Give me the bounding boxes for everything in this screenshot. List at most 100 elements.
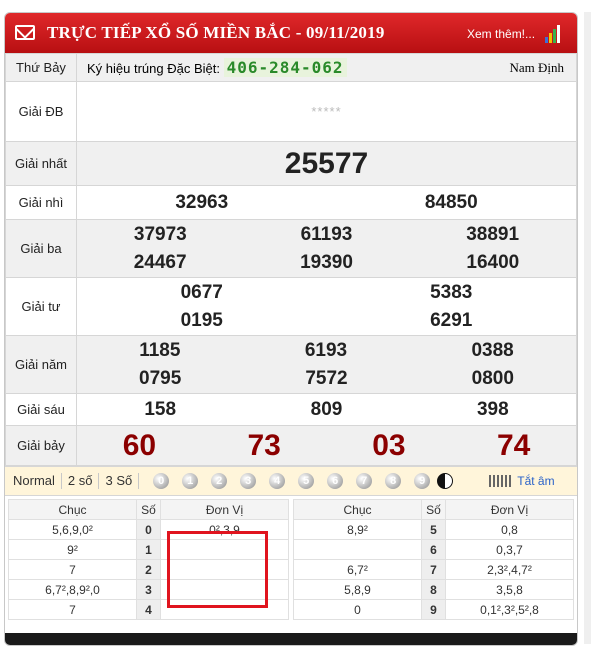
col-header: Chục: [293, 499, 422, 520]
digit-ball[interactable]: 2: [211, 473, 228, 489]
so-cell: 6: [421, 539, 446, 560]
digit-ball[interactable]: 7: [356, 473, 373, 489]
prize-3-value: 37973: [133, 223, 187, 245]
stats-chart-icon[interactable]: [545, 25, 563, 43]
chuc-cell: [293, 539, 422, 560]
prize-5-label: Giải năm: [5, 335, 77, 394]
prize-3-value: 24467: [133, 251, 187, 273]
chuc-cell: 6,7²: [293, 559, 422, 580]
day-label: Thứ Bảy: [5, 53, 77, 82]
digit-ball[interactable]: 3: [240, 473, 257, 489]
so-cell: 1: [136, 539, 161, 560]
prize-2-label: Giải nhì: [5, 185, 77, 220]
tab-3-so[interactable]: 3 Số: [99, 473, 140, 489]
prize-1-value: 25577: [76, 141, 577, 186]
prize-2-value: 32963: [175, 191, 229, 213]
lottery-results-panel: TRỰC TIẾP XỔ SỐ MIỀN BẮC - 09/11/2019 Xe…: [4, 12, 578, 646]
tab-normal[interactable]: Normal: [5, 473, 62, 489]
province-label: Nam Định: [509, 60, 564, 75]
donvi-cell: 0,8: [445, 519, 574, 540]
prize-4-label: Giải tư: [5, 277, 77, 336]
chuc-cell: 0: [293, 599, 422, 620]
donvi-cell: 2,3²,4,7²: [445, 559, 574, 580]
prize-2-value: 84850: [424, 191, 478, 213]
donvi-cell: [160, 599, 289, 620]
prize-6-value: 398: [476, 398, 509, 420]
so-cell: 8: [421, 579, 446, 600]
donvi-cell: 3,5,8: [445, 579, 574, 600]
bottom-scrollbar[interactable]: [5, 633, 577, 645]
prize-3-value: 16400: [466, 251, 520, 273]
prize-3-value: 19390: [300, 251, 353, 273]
donvi-cell: 0,3,7: [445, 539, 574, 560]
so-cell: 2: [136, 559, 161, 580]
donvi-cell: 0,1²,3²,5²,8: [445, 599, 574, 620]
prize-7-value: 60: [122, 428, 157, 462]
donvi-cell: [160, 539, 289, 560]
digit-ball[interactable]: 1: [182, 473, 199, 489]
digit-ball[interactable]: 9: [414, 473, 431, 489]
prize-4-value: 6291: [430, 309, 473, 331]
prize-db-value: *****: [76, 81, 577, 142]
prize-6-value: 158: [144, 398, 177, 420]
prize-4-value: 0195: [180, 309, 223, 331]
chuc-cell: 6,7²,8,9²,0: [8, 579, 137, 600]
digit-ball[interactable]: 5: [298, 473, 315, 489]
so-cell: 9: [421, 599, 446, 620]
chuc-cell: 5,6,9,0²: [8, 519, 137, 540]
donvi-cell: 0²,3,9: [160, 519, 289, 540]
prize-3-value: 38891: [466, 223, 520, 245]
results-header: TRỰC TIẾP XỔ SỐ MIỀN BẮC - 09/11/2019 Xe…: [5, 13, 577, 53]
col-header: Đơn Vị: [445, 499, 574, 520]
digit-ball[interactable]: 0: [153, 473, 170, 489]
prize-5-value: 0795: [139, 367, 182, 389]
prize-5-value: 1185: [139, 339, 181, 361]
so-cell: 4: [136, 599, 161, 620]
prize-db-label: Giải ĐB: [5, 81, 77, 142]
mail-icon: [15, 25, 35, 40]
prize-6-value: 809: [310, 398, 343, 420]
digit-ball[interactable]: 8: [385, 473, 402, 489]
filter-bar: Normal 2 số 3 Số 0 1 2 3 4 5 6 7 8 9 Tắt…: [5, 466, 577, 496]
sound-bars-icon[interactable]: [489, 475, 512, 487]
digit-ball[interactable]: 4: [269, 473, 286, 489]
prize-5-value: 0388: [471, 339, 514, 361]
prize-3-label: Giải ba: [5, 219, 77, 278]
donvi-cell: [160, 579, 289, 600]
col-header: Số: [421, 499, 446, 520]
col-header: Chục: [8, 499, 137, 520]
prize-4-value: 0677: [180, 281, 223, 303]
digit-ball[interactable]: 6: [327, 473, 344, 489]
see-more-link[interactable]: Xem thêm!...: [467, 27, 535, 41]
loto-section: Chục Số Đơn Vị 5,6,9,0² 0 0²,3,9 9² 1 72 6,…: [5, 496, 577, 620]
chuc-cell: 9²: [8, 539, 137, 560]
prize-1-label: Giải nhất: [5, 141, 77, 186]
results-title: TRỰC TIẾP XỔ SỐ MIỀN BẮC - 09/11/2019: [47, 23, 385, 42]
chuc-cell: 7: [8, 559, 137, 580]
prize-5-value: 6193: [304, 339, 348, 361]
loto-table-right: Chục Số Đơn Vị 8,9² 5 0,8 6 0,3,7 6,7² 7 2,3²…: [293, 499, 574, 620]
prize-3-value: 61193: [300, 223, 353, 245]
chuc-cell: 7: [8, 599, 137, 620]
prize-7-value: 73: [247, 428, 281, 462]
special-code-label: Ký hiệu trúng Đặc Biệt:: [87, 61, 220, 76]
so-cell: 7: [421, 559, 446, 580]
prize-7-value: 74: [496, 428, 531, 462]
col-header: Đơn Vị: [160, 499, 289, 520]
digit-filter-group: 0 1 2 3 4 5 6 7 8 9: [153, 473, 443, 489]
tab-2-so[interactable]: 2 số: [62, 473, 100, 489]
yin-yang-icon[interactable]: [437, 473, 454, 489]
loto-table-left: Chục Số Đơn Vị 5,6,9,0² 0 0²,3,9 9² 1 72 6,…: [8, 499, 289, 620]
so-cell: 0: [136, 519, 161, 540]
col-header: Số: [136, 499, 161, 520]
prize-table: Thứ Bảy Ký hiệu trúng Đặc Biệt: 406-284-…: [5, 53, 577, 466]
so-cell: 3: [136, 579, 161, 600]
special-code-value: 406-284-062: [223, 58, 347, 77]
chuc-cell: 5,8,9: [293, 579, 422, 600]
prize-5-value: 7572: [305, 367, 348, 389]
prize-4-value: 5383: [430, 281, 473, 303]
mute-toggle[interactable]: Tắt âm: [517, 474, 554, 488]
so-cell: 5: [421, 519, 446, 540]
prize-6-label: Giải sáu: [5, 393, 77, 426]
donvi-cell: [160, 559, 289, 580]
